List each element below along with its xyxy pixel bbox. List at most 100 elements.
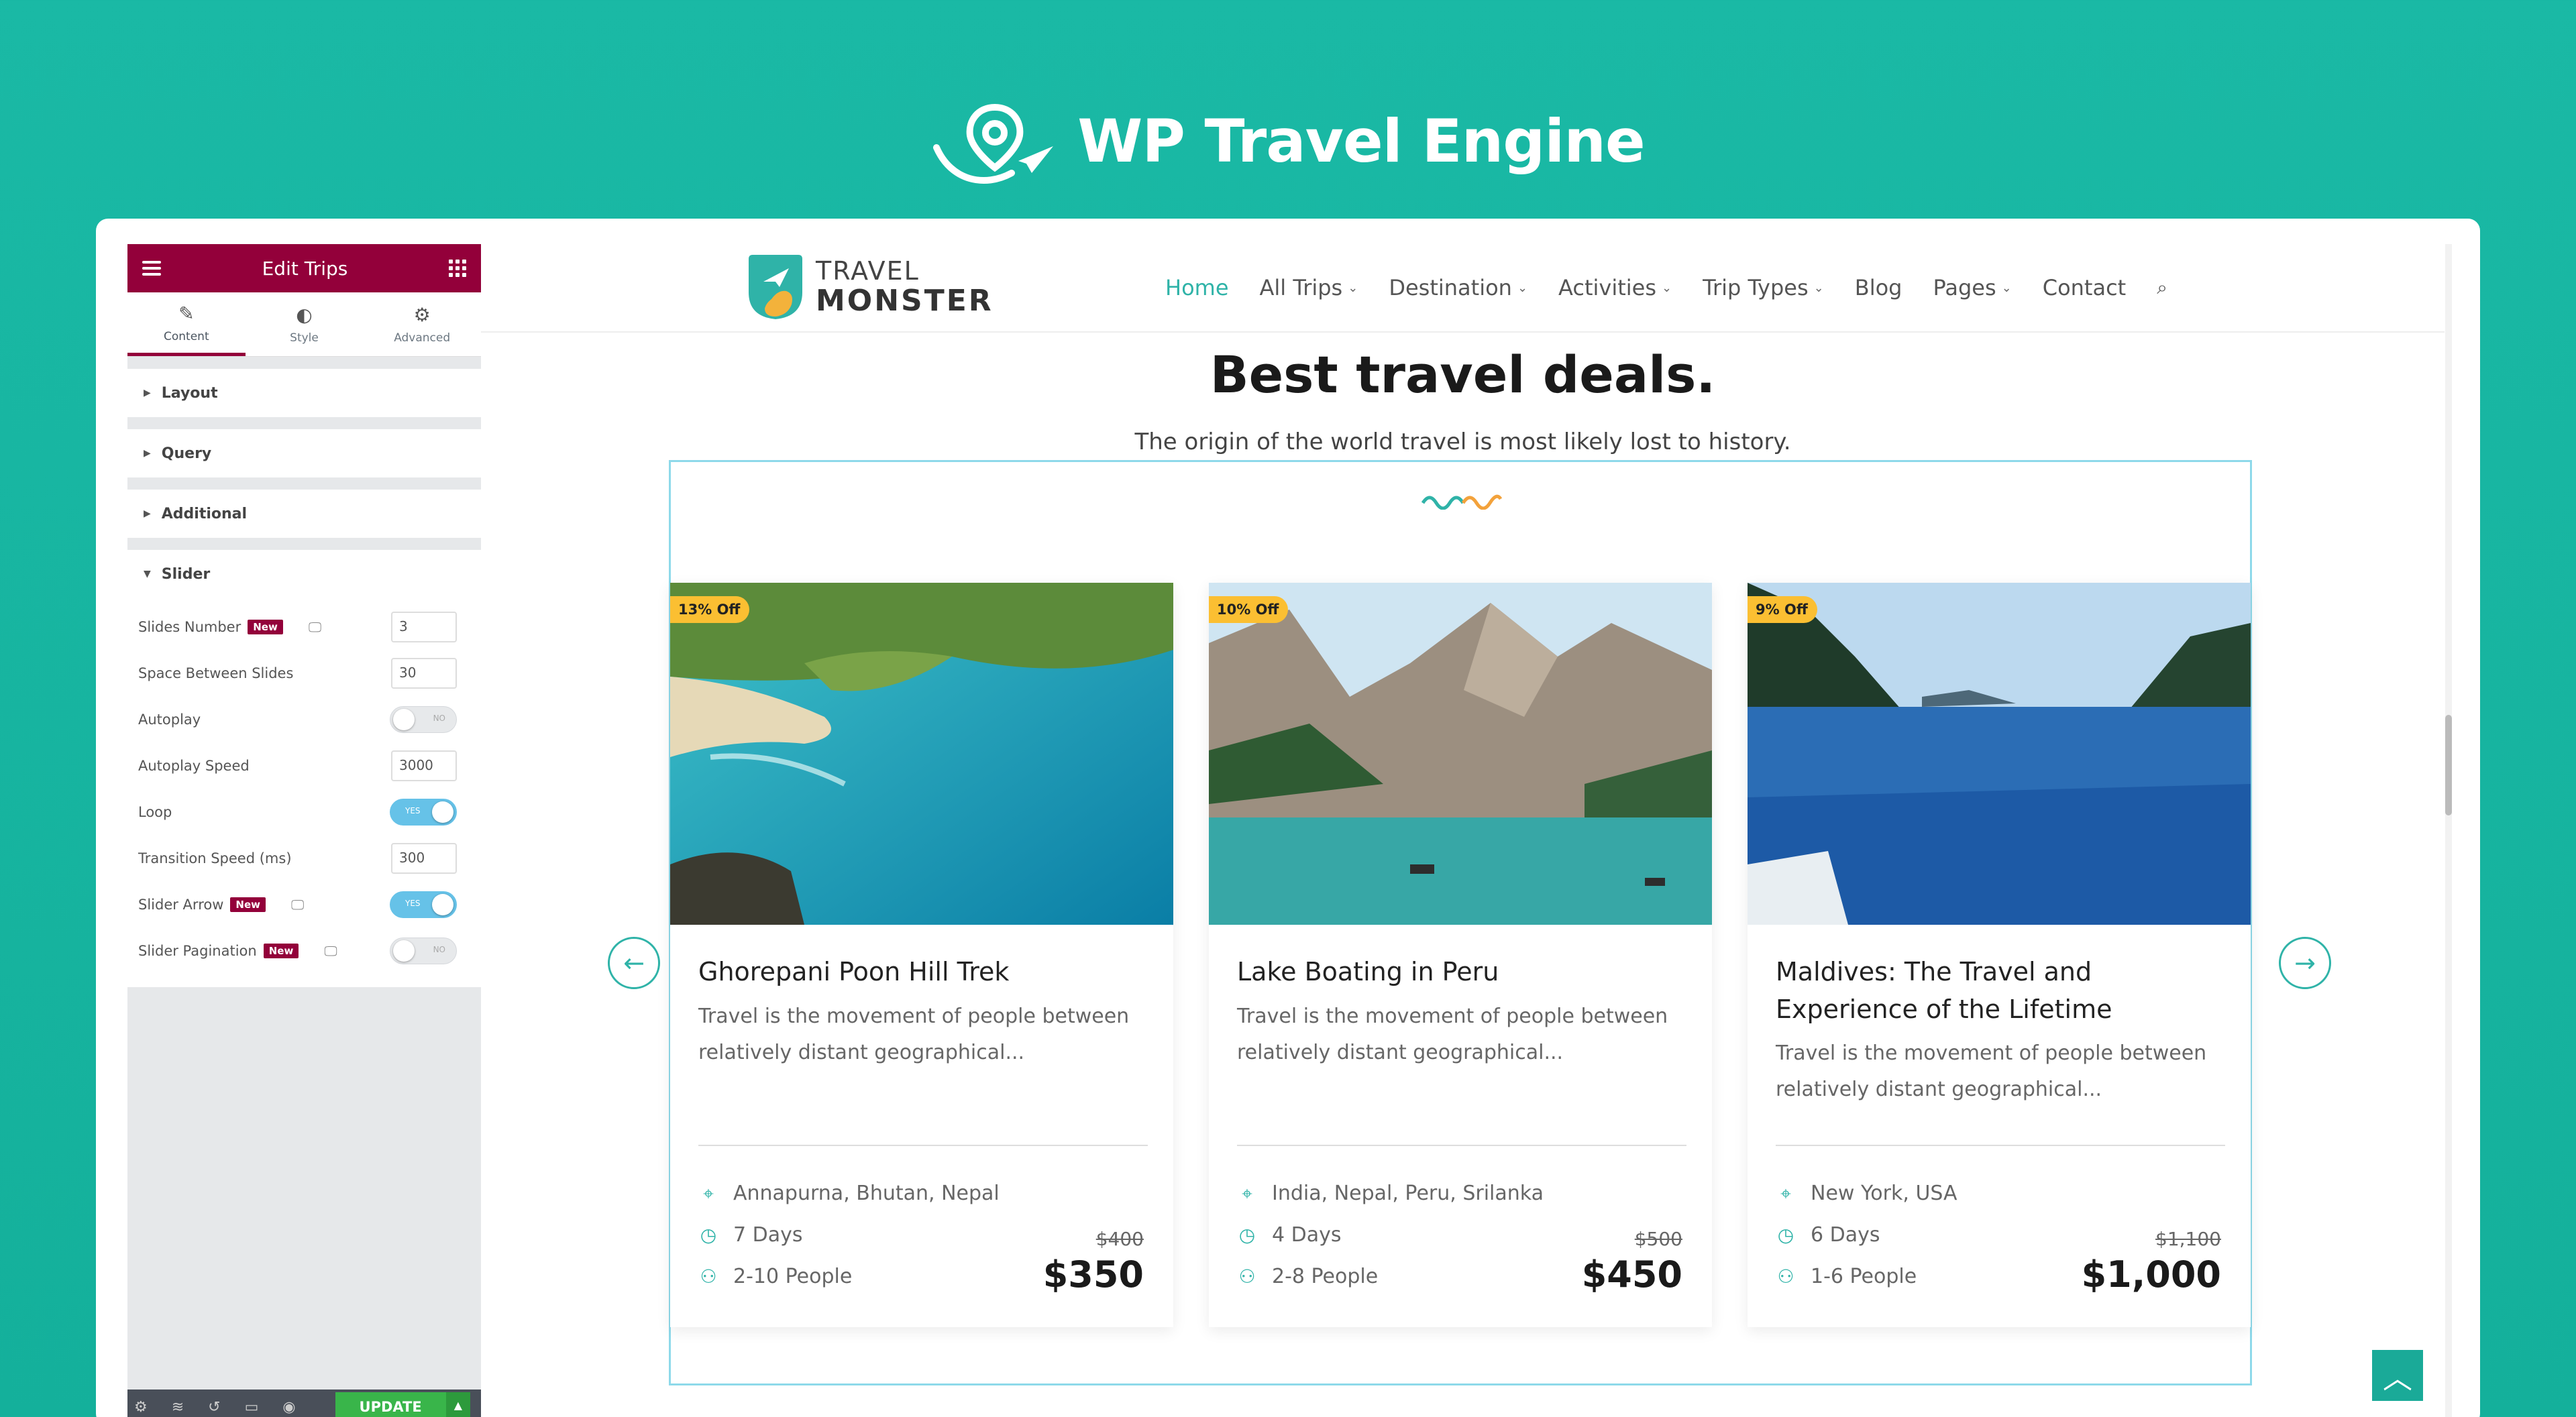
trip-title[interactable]: Ghorepani Poon Hill Trek bbox=[698, 953, 1148, 990]
chevron-down-icon: ⌄ bbox=[1813, 280, 1824, 295]
settings-icon[interactable]: ⚙ bbox=[134, 1399, 148, 1416]
slider-prev-arrow-icon[interactable]: ← bbox=[608, 937, 660, 989]
tab-style[interactable]: ◐ Style bbox=[246, 292, 364, 356]
tab-content[interactable]: ✎ Content bbox=[127, 292, 246, 356]
screenshot-card: Edit Trips ✎ Content ◐ Style ⚙ Advanced … bbox=[96, 219, 2480, 1417]
slider-pagination-toggle[interactable]: NO bbox=[390, 937, 457, 964]
trip-image[interactable]: 13% Off bbox=[670, 583, 1173, 925]
trip-price: $1,000 bbox=[2081, 1253, 2221, 1296]
space-between-input[interactable]: 30 bbox=[391, 657, 457, 689]
section-layout[interactable]: ▶ Layout bbox=[127, 369, 481, 417]
new-badge: New bbox=[248, 619, 283, 634]
transition-speed-label: Transition Speed (ms) bbox=[138, 850, 292, 866]
map-pin-plane-icon bbox=[933, 103, 1054, 184]
old-price: $500 bbox=[1634, 1228, 1682, 1250]
tab-advanced-label: Advanced bbox=[394, 331, 451, 345]
toggle-text: NO bbox=[433, 944, 445, 954]
update-button-group: UPDATE ▲ bbox=[335, 1392, 470, 1417]
trip-description: Travel is the movement of people between… bbox=[698, 1005, 1130, 1064]
nav-all-trips[interactable]: All Trips ⌄ bbox=[1260, 275, 1358, 300]
nav-label: All Trips bbox=[1259, 275, 1343, 300]
autoplay-toggle[interactable]: NO bbox=[390, 705, 457, 733]
travel-monster-logo-icon bbox=[749, 255, 802, 319]
duration-text: 6 Days bbox=[1811, 1223, 1880, 1247]
divider bbox=[698, 1145, 1148, 1146]
discount-badge: 9% Off bbox=[1748, 596, 1817, 623]
nav-pages[interactable]: Pages ⌄ bbox=[1933, 275, 2011, 300]
section-query[interactable]: ▶ Query bbox=[127, 429, 481, 477]
control-transition-speed: Transition Speed (ms) 300 bbox=[127, 835, 481, 881]
hamburger-menu-icon[interactable] bbox=[142, 261, 161, 276]
trip-group-size: ⚇ 1-6 People bbox=[1776, 1265, 1917, 1288]
slider-arrow-toggle[interactable]: YES bbox=[390, 891, 457, 918]
map-pin-icon: ⌖ bbox=[1242, 1182, 1252, 1204]
duration-text: 4 Days bbox=[1272, 1223, 1342, 1247]
slider-next-arrow-icon[interactable]: → bbox=[2279, 937, 2331, 989]
slider-controls: Slides Number New 🖵 3 Space Between Slides… bbox=[127, 598, 481, 987]
preview-scrollbar-thumb[interactable] bbox=[2445, 715, 2452, 815]
group-text: 2-8 People bbox=[1272, 1265, 1379, 1288]
desktop-icon[interactable]: 🖵 bbox=[291, 897, 304, 913]
preview-scrollbar[interactable] bbox=[2445, 244, 2452, 1417]
back-to-top-chevron-up-icon[interactable]: ︿ bbox=[2372, 1350, 2423, 1401]
nav-contact[interactable]: Contact bbox=[2043, 275, 2127, 300]
update-options-caret-icon[interactable]: ▲ bbox=[445, 1392, 470, 1417]
caret-right-icon: ▶ bbox=[144, 448, 151, 459]
nav-activities[interactable]: Activities ⌄ bbox=[1558, 275, 1672, 300]
control-slider-pagination: Slider Pagination New 🖵 NO bbox=[127, 927, 481, 974]
autoplay-speed-input[interactable]: 3000 bbox=[391, 750, 457, 781]
brand-header: WP Travel Engine bbox=[0, 94, 2576, 188]
tab-style-label: Style bbox=[290, 331, 319, 345]
control-loop: Loop YES bbox=[127, 789, 481, 835]
desktop-icon[interactable]: 🖵 bbox=[324, 943, 337, 959]
group-text: 1-6 People bbox=[1811, 1265, 1917, 1288]
desktop-icon[interactable]: 🖵 bbox=[309, 619, 321, 635]
old-price: $400 bbox=[1095, 1228, 1144, 1250]
trip-group-size: ⚇ 2-8 People bbox=[1237, 1265, 1378, 1288]
panel-tabs: ✎ Content ◐ Style ⚙ Advanced bbox=[127, 292, 481, 357]
chevron-down-icon: ⌄ bbox=[1348, 280, 1358, 295]
section-slider[interactable]: ▼ Slider bbox=[127, 550, 481, 598]
site-logo[interactable]: TRAVEL MONSTER bbox=[745, 252, 994, 322]
control-slides-number: Slides Number New 🖵 3 bbox=[127, 604, 481, 650]
logo-text-monster: MONSTER bbox=[816, 284, 994, 318]
panel-header: Edit Trips bbox=[127, 244, 481, 292]
trip-card[interactable]: 9% Off Maldives: The Travel and Experien… bbox=[1748, 583, 2251, 1327]
control-space-between: Space Between Slides 30 bbox=[127, 650, 481, 696]
site-header: TRAVEL MONSTER Home All Trips ⌄ Destinati… bbox=[481, 244, 2445, 333]
responsive-icon[interactable]: ▭ bbox=[245, 1399, 259, 1416]
preview-eye-icon[interactable]: ◉ bbox=[282, 1399, 295, 1416]
transition-speed-input[interactable]: 300 bbox=[391, 842, 457, 874]
nav-label: Activities bbox=[1558, 275, 1657, 300]
autoplay-speed-label: Autoplay Speed bbox=[138, 757, 250, 774]
trip-duration: ◷ 6 Days bbox=[1776, 1223, 1880, 1247]
trip-title[interactable]: Lake Boating in Peru bbox=[1237, 953, 1686, 990]
space-between-label: Space Between Slides bbox=[138, 665, 294, 681]
nav-home[interactable]: Home bbox=[1165, 275, 1229, 300]
trip-card[interactable]: 10% Off Lake Boating in Peru Travel is t… bbox=[1209, 583, 1712, 1327]
tab-advanced[interactable]: ⚙ Advanced bbox=[363, 292, 481, 356]
discount-badge: 10% Off bbox=[1209, 596, 1289, 623]
nav-blog[interactable]: Blog bbox=[1855, 275, 1902, 300]
widgets-grid-icon[interactable] bbox=[448, 260, 466, 277]
navigator-icon[interactable]: ≋ bbox=[172, 1399, 184, 1416]
update-button[interactable]: UPDATE bbox=[335, 1392, 446, 1417]
trip-image[interactable]: 10% Off bbox=[1209, 583, 1712, 925]
brand-title: WP Travel Engine bbox=[1077, 106, 1645, 176]
nav-trip-types[interactable]: Trip Types ⌄ bbox=[1703, 275, 1824, 300]
loop-toggle[interactable]: YES bbox=[390, 798, 457, 826]
trip-card[interactable]: 13% Off Ghorepani Poon Hill Trek Travel … bbox=[670, 583, 1173, 1327]
old-price: $1,100 bbox=[2155, 1228, 2221, 1250]
trip-title[interactable]: Maldives: The Travel and Experience of t… bbox=[1776, 953, 2225, 1028]
clock-icon: ◷ bbox=[1777, 1224, 1794, 1246]
nav-destination[interactable]: Destination ⌄ bbox=[1389, 275, 1527, 300]
section-additional[interactable]: ▶ Additional bbox=[127, 490, 481, 538]
search-icon[interactable]: ⌕ bbox=[2157, 276, 2167, 299]
slides-number-input[interactable]: 3 bbox=[391, 611, 457, 642]
duration-text: 7 Days bbox=[733, 1223, 803, 1247]
chevron-down-icon: ⌄ bbox=[1662, 280, 1672, 295]
editor-panel: Edit Trips ✎ Content ◐ Style ⚙ Advanced … bbox=[127, 244, 481, 1417]
trip-image[interactable]: 9% Off bbox=[1748, 583, 2251, 925]
history-icon[interactable]: ↺ bbox=[208, 1399, 220, 1416]
section-slider-label: Slider bbox=[161, 565, 211, 583]
